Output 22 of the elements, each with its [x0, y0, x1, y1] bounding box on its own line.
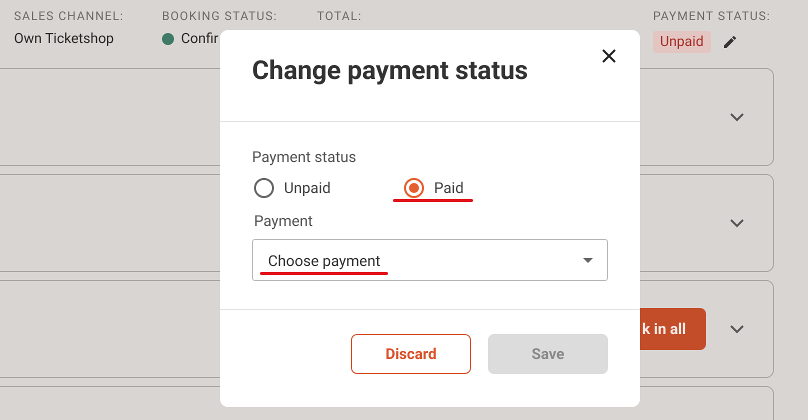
field-value: Confir: [181, 31, 218, 47]
field-label: BOOKING STATUS:: [162, 9, 278, 23]
field-value: Own Ticketshop: [14, 31, 114, 47]
dialog-title: Change payment status: [252, 56, 528, 86]
radio-label[interactable]: Unpaid: [284, 179, 331, 197]
chevron-down-icon[interactable]: [730, 218, 744, 228]
chevron-down-icon[interactable]: [730, 324, 744, 334]
payment-select[interactable]: Choose payment: [252, 239, 608, 281]
close-icon[interactable]: [602, 48, 616, 62]
dropdown-arrow-icon: [583, 258, 593, 262]
field-label: PAYMENT STATUS:: [653, 9, 772, 23]
chevron-down-icon[interactable]: [730, 112, 744, 122]
discard-button[interactable]: Discard: [351, 334, 471, 374]
field-label: Payment: [254, 212, 314, 230]
edit-icon[interactable]: [722, 34, 738, 50]
field-label: Payment status: [252, 148, 358, 166]
select-placeholder: Choose payment: [268, 252, 382, 270]
field-label: TOTAL:: [317, 9, 363, 23]
status-badge: Unpaid: [653, 31, 711, 53]
radio-button[interactable]: [254, 178, 274, 198]
radio-label[interactable]: Paid: [434, 179, 464, 197]
field-label: SALES CHANNEL:: [14, 9, 125, 23]
